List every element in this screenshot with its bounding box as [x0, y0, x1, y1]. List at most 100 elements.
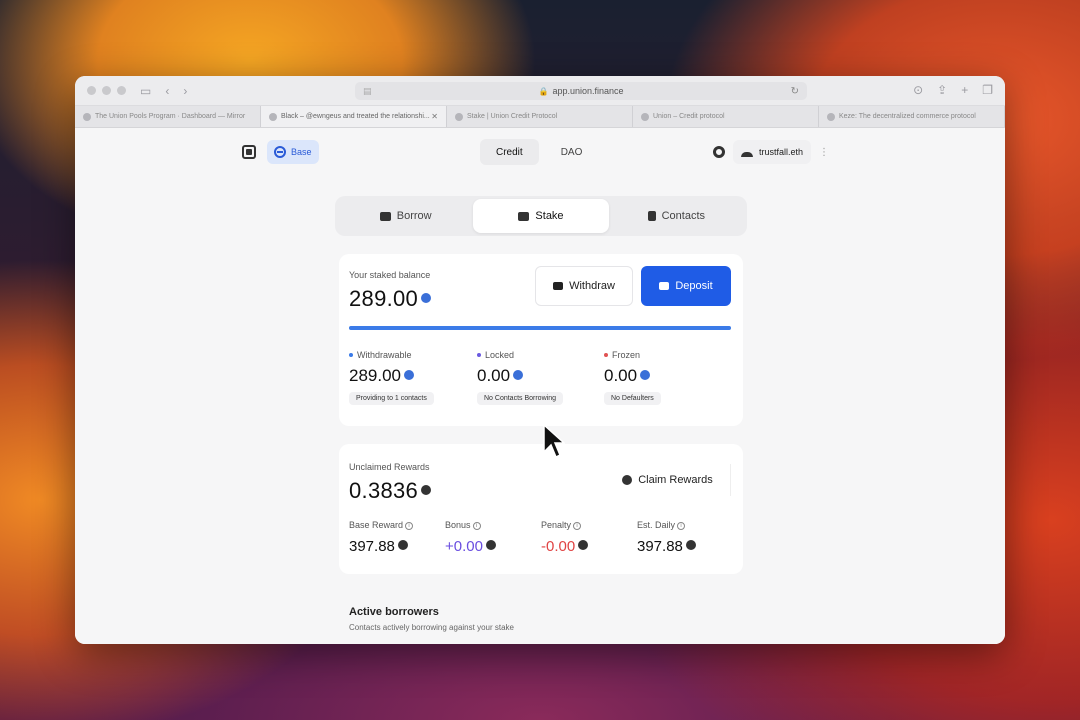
union-token-icon [397, 540, 408, 551]
frozen-stat: Frozen 0.00 No Defaulters [604, 350, 661, 405]
info-icon[interactable]: i [573, 521, 582, 530]
contacts-icon [647, 211, 656, 221]
union-token-icon [578, 540, 589, 551]
address-bar[interactable]: ▤ 🔒 app.union.finance ↻ [355, 82, 807, 100]
withdrawable-stat: Withdrawable 289.00 Providing to 1 conta… [349, 350, 434, 405]
more-options-icon[interactable]: ⋮ [819, 147, 829, 158]
staked-balance: Your staked balance 289.00 [349, 270, 432, 312]
browser-tab[interactable]: Stake | Union Credit Protocol [447, 106, 633, 127]
section-subtitle: Contacts actively borrowing against your… [349, 623, 514, 632]
mouse-cursor-icon [543, 424, 565, 459]
app-header: Base Credit DAO trustfall.eth ⋮ [75, 128, 1005, 174]
bonus-reward: Bonus i +0.00 [445, 520, 496, 555]
account-button[interactable]: trustfall.eth [733, 140, 812, 164]
browser-tab[interactable]: Keze: The decentralized commerce protoco… [819, 106, 1005, 127]
stake-progress-fill [349, 326, 731, 330]
stake-icon [518, 211, 530, 221]
close-window-button[interactable] [87, 86, 96, 95]
tab-overview-icon[interactable]: ❐ [982, 83, 993, 97]
deposit-icon [659, 282, 670, 290]
window-controls [87, 86, 126, 95]
locked-value: 0.00 [477, 366, 511, 385]
status-badge: Providing to 1 contacts [349, 392, 434, 405]
unclaimed-rewards-value: 0.3836 [349, 478, 419, 503]
back-icon[interactable]: ‹ [165, 84, 169, 98]
union-token-icon [421, 485, 432, 496]
rewards-card: Unclaimed Rewards 0.3836 Claim Rewards B… [339, 444, 743, 574]
staked-balance-label: Your staked balance [349, 270, 431, 280]
favicon-icon [827, 112, 835, 121]
new-tab-icon[interactable]: + [961, 83, 968, 97]
union-token-icon [685, 540, 696, 551]
close-tab-icon[interactable]: ✕ [431, 112, 438, 121]
info-icon[interactable]: i [472, 521, 481, 530]
section-title: Active borrowers [349, 606, 439, 618]
stake-progress-bar [349, 326, 731, 330]
toolbar-right: ⊙ ⇪ + ❐ [913, 83, 993, 97]
deposit-button[interactable]: Deposit [641, 266, 731, 306]
reload-icon[interactable]: ↻ [791, 86, 799, 97]
borrow-icon [379, 211, 391, 221]
locked-stat: Locked 0.00 No Contacts Borrowing [477, 350, 563, 405]
frozen-value: 0.00 [604, 366, 638, 385]
favicon-icon [83, 112, 91, 121]
active-borrowers-section: Active borrowers Contacts actively borro… [349, 606, 514, 632]
zoom-window-button[interactable] [117, 86, 126, 95]
forward-icon[interactable]: › [183, 84, 187, 98]
download-icon[interactable]: ⊙ [913, 83, 923, 97]
lock-icon: 🔒 [538, 86, 549, 96]
dai-token-icon [404, 369, 414, 380]
user-area: trustfall.eth ⋮ [713, 140, 829, 164]
browser-window: ▭ ‹ › ▤ 🔒 app.union.finance ↻ ⊙ ⇪ + ❐ Th… [75, 76, 1005, 644]
claim-rewards-button[interactable]: Claim Rewards [605, 464, 731, 496]
penalty-reward: Penalty i -0.00 [541, 520, 589, 555]
credit-segmented-control: Borrow Stake Contacts [335, 196, 747, 236]
url-text: app.union.finance [552, 86, 624, 96]
union-token-icon [622, 475, 633, 485]
status-dot [349, 352, 353, 357]
status-dot [477, 352, 481, 357]
union-token-icon [485, 540, 496, 551]
main-nav: Credit DAO [480, 139, 598, 165]
reader-icon[interactable]: ▤ [363, 86, 372, 97]
tab-borrow[interactable]: Borrow [338, 199, 473, 233]
withdrawable-value: 289.00 [349, 366, 401, 385]
base-network-icon [274, 146, 286, 158]
page-content: Base Credit DAO trustfall.eth ⋮ Borrow S… [75, 128, 1005, 644]
withdraw-button[interactable]: Withdraw [535, 266, 633, 306]
browser-titlebar: ▭ ‹ › ▤ 🔒 app.union.finance ↻ ⊙ ⇪ + ❐ [75, 76, 1005, 106]
est-daily-reward: Est. Daily i 397.88 [637, 520, 696, 555]
withdraw-icon [553, 282, 564, 290]
dai-token-icon [513, 369, 524, 380]
staked-balance-card: Your staked balance 289.00 Withdraw Depo… [339, 254, 743, 426]
browser-tab[interactable]: Black – @ewngeus and treated the relatio… [261, 106, 447, 127]
staked-balance-value: 289.00 [349, 286, 419, 311]
info-icon[interactable]: i [405, 521, 414, 530]
tab-contacts[interactable]: Contacts [609, 199, 744, 233]
base-reward: Base Reward i 397.88 [349, 520, 414, 555]
info-icon[interactable]: i [677, 521, 686, 530]
dai-token-icon [640, 369, 651, 380]
tab-bar: The Union Pools Program · Dashboard — Mi… [75, 106, 1005, 128]
minimize-window-button[interactable] [102, 86, 111, 95]
status-badge: No Defaulters [604, 392, 661, 405]
unclaimed-rewards-label: Unclaimed Rewards [349, 462, 430, 472]
favicon-icon [641, 112, 649, 121]
nav-dao[interactable]: DAO [545, 139, 599, 165]
chip-icon[interactable] [242, 145, 256, 159]
nav-credit[interactable]: Credit [480, 139, 539, 165]
status-dot [604, 352, 608, 357]
favicon-icon [269, 112, 277, 121]
avatar-icon [741, 148, 753, 157]
favicon-icon [455, 112, 463, 121]
share-icon[interactable]: ⇪ [937, 83, 947, 97]
dai-token-icon [421, 293, 432, 304]
unclaimed-rewards: Unclaimed Rewards 0.3836 [349, 462, 432, 504]
sidebar-icon[interactable]: ▭ [140, 84, 151, 98]
browser-tab[interactable]: The Union Pools Program · Dashboard — Mi… [75, 106, 261, 127]
settings-icon[interactable] [713, 146, 725, 158]
status-badge: No Contacts Borrowing [477, 392, 563, 405]
network-button[interactable]: Base [267, 140, 319, 164]
tab-stake[interactable]: Stake [473, 199, 609, 233]
browser-tab[interactable]: Union – Credit protocol [633, 106, 819, 127]
